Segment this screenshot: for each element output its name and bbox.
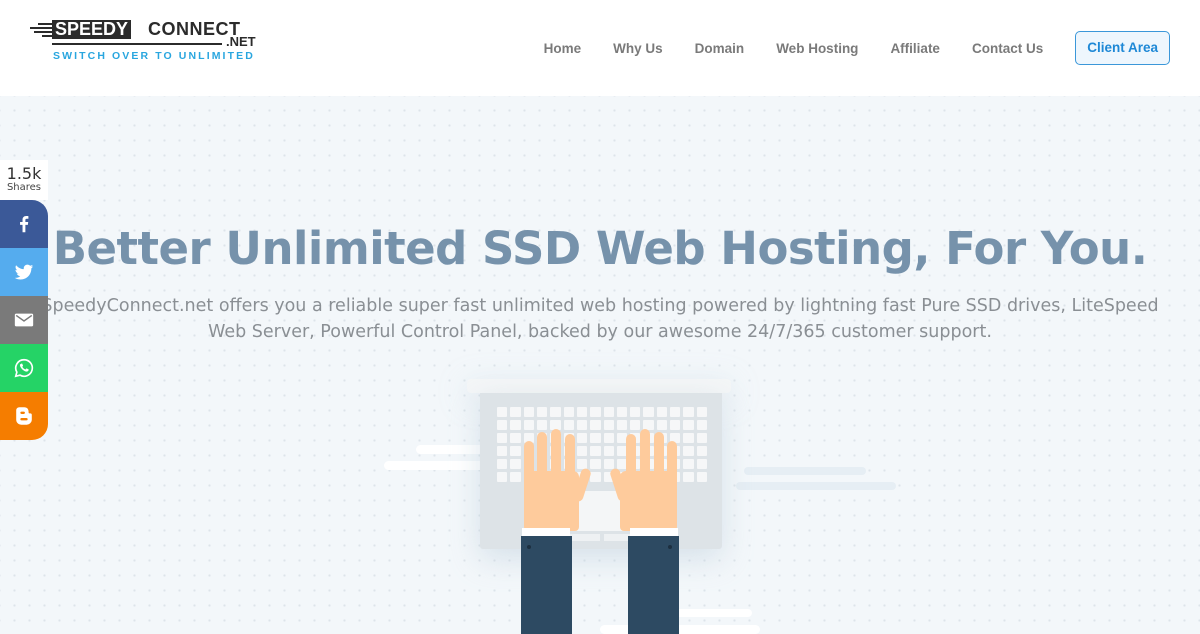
logo-net: .NET — [226, 34, 256, 49]
social-share-bar: 1.5k Shares — [0, 160, 48, 440]
logo-underline — [52, 43, 222, 45]
whatsapp-icon — [14, 358, 34, 378]
share-twitter-button[interactable] — [0, 248, 48, 296]
share-count-label: Shares — [6, 182, 42, 193]
cloud-decoration — [600, 625, 760, 634]
site-logo[interactable]: SPEEDY CONNECT .NET SWITCH OVER TO UNLIM… — [30, 18, 266, 64]
cloud-decoration — [744, 467, 866, 475]
laptop-lid — [467, 379, 731, 393]
logo-tagline: SWITCH OVER TO UNLIMITED — [53, 50, 255, 62]
site-header: SPEEDY CONNECT .NET SWITCH OVER TO UNLIM… — [0, 0, 1200, 96]
cloud-decoration — [416, 445, 486, 454]
share-blogger-button[interactable] — [0, 392, 48, 440]
nav-home[interactable]: Home — [544, 41, 582, 56]
speed-lines-icon — [30, 23, 52, 37]
hero-section: Better Unlimited SSD Web Hosting, For Yo… — [0, 96, 1200, 634]
cloud-decoration — [736, 482, 896, 490]
nav-web-hosting[interactable]: Web Hosting — [776, 41, 858, 56]
nav-domain[interactable]: Domain — [695, 41, 745, 56]
logo-speedy: SPEEDY — [52, 20, 132, 39]
share-facebook-button[interactable] — [0, 200, 48, 248]
share-count-value: 1.5k — [6, 164, 42, 183]
client-area-button[interactable]: Client Area — [1075, 31, 1170, 65]
nav-contact-us[interactable]: Contact Us — [972, 41, 1043, 56]
main-nav: Home Why Us Domain Web Hosting Affiliate… — [544, 31, 1170, 65]
share-email-button[interactable] — [0, 296, 48, 344]
twitter-icon — [14, 264, 34, 280]
share-count: 1.5k Shares — [0, 160, 48, 200]
nav-affiliate[interactable]: Affiliate — [890, 41, 940, 56]
nav-why-us[interactable]: Why Us — [613, 41, 663, 56]
hero-headline: Better Unlimited SSD Web Hosting, For Yo… — [52, 222, 1148, 275]
cloud-decoration — [384, 461, 484, 470]
facebook-icon — [20, 216, 29, 233]
blogger-icon — [16, 407, 32, 425]
email-icon — [14, 313, 34, 327]
share-whatsapp-button[interactable] — [0, 344, 48, 392]
hero-subtext: SpeedyConnect.net offers you a reliable … — [41, 296, 1159, 342]
laptop-keyboard — [480, 393, 722, 549]
